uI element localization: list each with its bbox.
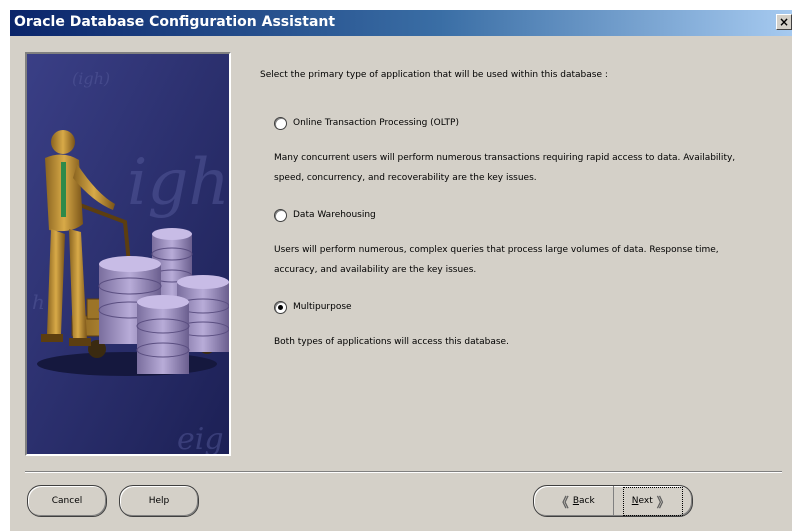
next-button[interactable]: Next 》 — [612, 486, 693, 516]
data-warehousing-radio[interactable] — [274, 208, 287, 222]
option-multipurpose[interactable]: Multipurpose — [274, 300, 352, 314]
chevron-left-icon: 《 — [555, 495, 569, 511]
close-button[interactable]: × — [776, 14, 792, 30]
multipurpose-description: Both types of applications will access t… — [274, 337, 509, 347]
data-warehousing-description: Users will perform numerous, complex que… — [274, 245, 719, 275]
wizard-illustration: (igh) igh h eig — [25, 52, 231, 456]
multipurpose-radio[interactable] — [274, 300, 287, 314]
oltp-label: Online Transaction Processing (OLTP) — [293, 118, 459, 128]
svg-text:(igh): (igh) — [72, 69, 110, 88]
svg-text:igh: igh — [127, 146, 229, 220]
cancel-label: Cancel — [51, 496, 83, 506]
data-warehousing-label: Data Warehousing — [293, 210, 376, 220]
help-label: Help — [148, 496, 170, 506]
chevron-right-icon: 》 — [656, 495, 670, 511]
dialog-window: Oracle Database Configuration Assistant … — [10, 10, 792, 531]
option-data-warehousing[interactable]: Data Warehousing — [274, 208, 376, 222]
oltp-radio[interactable] — [274, 116, 287, 130]
separator-line — [25, 471, 782, 473]
svg-text:eig: eig — [177, 422, 224, 454]
window-title: Oracle Database Configuration Assistant — [14, 14, 336, 30]
oltp-description: Many concurrent users will perform numer… — [274, 153, 736, 183]
cancel-button[interactable]: Cancel — [27, 485, 107, 517]
next-focus-ring: Next 》 — [622, 486, 683, 516]
svg-text:h: h — [32, 290, 45, 314]
back-button[interactable]: 《 Back — [534, 486, 613, 516]
title-bar[interactable]: Oracle Database Configuration Assistant … — [10, 10, 792, 36]
navigation-buttons: 《 Back Next 》 — [533, 485, 693, 517]
selected-dot-icon — [278, 304, 283, 310]
warehouse-worker-illustration: (igh) igh h eig — [27, 54, 229, 454]
help-button[interactable]: Help — [119, 485, 199, 517]
back-label: Back — [572, 496, 595, 506]
next-label: Next — [631, 496, 653, 506]
option-oltp[interactable]: Online Transaction Processing (OLTP) — [274, 116, 459, 130]
prompt-text: Select the primary type of application t… — [260, 70, 608, 80]
multipurpose-label: Multipurpose — [293, 302, 352, 312]
